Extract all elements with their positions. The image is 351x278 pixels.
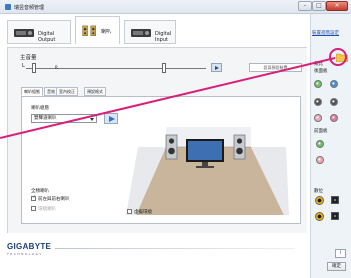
digital-title: 數位 xyxy=(314,189,323,194)
jack-pink-icon[interactable] xyxy=(316,156,324,164)
tab-digital-output[interactable]: Digital Output xyxy=(7,20,71,44)
subtab-default-format[interactable]: 預設格式 xyxy=(84,87,106,96)
optical-jack-icon[interactable] xyxy=(331,212,339,220)
volume-slider-thumb[interactable] xyxy=(162,63,166,73)
balance-slider-thumb[interactable] xyxy=(32,63,36,73)
subtab-room-correction[interactable]: 室內校正 xyxy=(56,87,78,96)
jack-green-icon[interactable] xyxy=(316,140,324,148)
surround-speakers-checkbox[interactable]: 環繞喇叭 xyxy=(31,206,56,212)
left-speaker-icon[interactable] xyxy=(165,134,178,160)
master-volume-label: 主音量 xyxy=(20,55,37,61)
jack-blue-icon[interactable] xyxy=(330,80,338,88)
info-button[interactable]: i xyxy=(335,249,346,258)
jack-black-icon[interactable] xyxy=(314,98,322,106)
play-test-button[interactable] xyxy=(104,113,118,124)
coaxial-jack-icon[interactable] xyxy=(315,196,324,205)
maximize-button[interactable]: □ xyxy=(312,1,326,11)
tab-label: Digital Output xyxy=(38,31,56,43)
set-default-device-button[interactable]: 設爲預設裝置 xyxy=(249,63,302,72)
analog-title: 類比 xyxy=(314,62,323,67)
checkbox-icon[interactable] xyxy=(127,209,132,214)
tab-label: Digital Input xyxy=(155,31,172,43)
tab-label: 喇叭 xyxy=(101,29,112,35)
folder-icon[interactable] xyxy=(336,52,348,62)
jack-black-icon[interactable] xyxy=(330,98,338,106)
footer-divider xyxy=(55,248,295,249)
brand-logo: GIGABYTE xyxy=(7,242,52,251)
tab-speakers[interactable]: 喇叭 xyxy=(75,16,120,44)
app-icon xyxy=(5,4,11,10)
ok-button[interactable]: 確定 xyxy=(327,262,346,271)
brand-sub: TECHNOLOGY xyxy=(7,252,43,256)
speakers-device-icon xyxy=(82,25,96,36)
minimize-button[interactable]: – xyxy=(298,1,312,11)
subtab-speaker-config[interactable]: 喇叭組態 xyxy=(21,87,43,96)
title-bar: 瑞昱音頻管理 – □ × xyxy=(0,0,351,14)
device-tab-strip: Digital Output 喇叭 Digital Input xyxy=(0,14,310,47)
jack-pink-icon[interactable] xyxy=(314,114,322,122)
checkbox-icon[interactable] xyxy=(31,206,36,211)
speaker-config-select[interactable]: 雙聲道喇叭 xyxy=(31,114,97,123)
back-panel-label: 後面板 xyxy=(314,69,328,74)
volume-track xyxy=(26,68,206,69)
right-speaker-icon[interactable] xyxy=(233,134,246,160)
close-button[interactable]: × xyxy=(326,1,348,11)
speaker-device-icon xyxy=(14,29,34,37)
tab-digital-input[interactable]: Digital Input xyxy=(124,20,176,44)
room-illustration xyxy=(126,127,289,215)
jack-pink-icon[interactable] xyxy=(330,114,338,122)
balance-left-marker: L xyxy=(22,63,25,69)
speaker-config-label: 喇叭組態 xyxy=(31,106,49,111)
window-title: 瑞昱音頻管理 xyxy=(14,5,45,11)
digital-input-icon xyxy=(131,29,151,37)
front-speakers-checkbox[interactable]: 前左與前右喇叭 xyxy=(31,194,70,202)
front-panel-label: 前面板 xyxy=(314,129,328,134)
balance-right-tag: R xyxy=(55,65,58,70)
coaxial-jack-icon[interactable] xyxy=(315,212,324,221)
virtual-surround-checkbox[interactable]: 虛擬環繞 xyxy=(127,209,152,215)
checkbox-checked-icon[interactable] xyxy=(31,194,36,201)
mute-button[interactable] xyxy=(211,63,222,72)
optical-jack-icon[interactable] xyxy=(331,196,339,204)
jack-green-icon[interactable] xyxy=(314,80,322,88)
advanced-device-settings-link[interactable]: 裝置進階設定 xyxy=(312,30,339,36)
